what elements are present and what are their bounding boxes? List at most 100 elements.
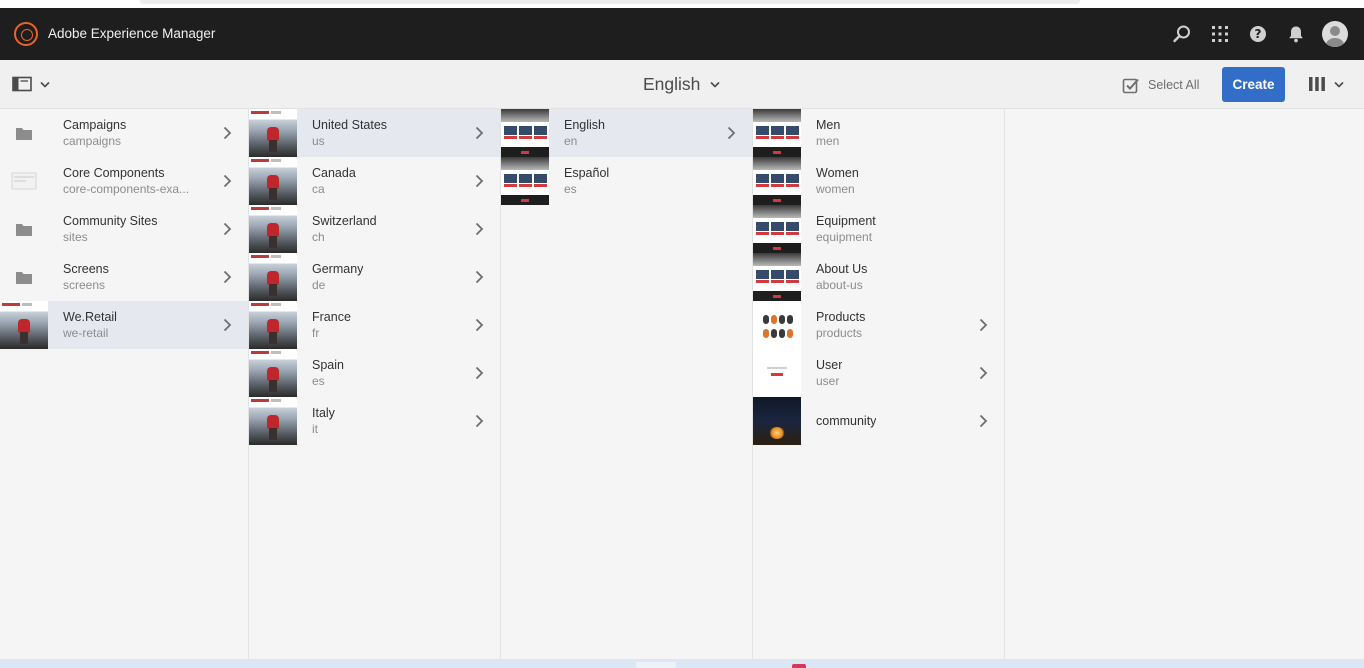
item-thumbnail[interactable] [249,253,297,301]
page-thumbnail [753,109,801,157]
column-item[interactable]: Canada ca [249,157,500,205]
item-text: Campaigns campaigns [63,117,126,149]
item-name: us [312,134,325,148]
column-item[interactable]: Men men [753,109,1004,157]
item-thumbnail[interactable] [753,301,801,349]
current-path-title[interactable]: English [643,74,720,95]
folder-icon [16,272,32,284]
item-title: Spain [312,358,344,372]
rail-toggle-button[interactable] [12,76,50,92]
item-title: Women [816,166,859,180]
apps-grid-icon[interactable] [1208,22,1232,46]
chevron-right-icon[interactable] [471,269,487,285]
item-title: community [816,414,877,428]
column-item[interactable]: Products products [753,301,1004,349]
item-text: Italy it [312,405,335,437]
column-item[interactable]: Community Sites sites [0,205,248,253]
item-thumbnail[interactable] [753,397,801,445]
column-item[interactable]: Español es [501,157,752,205]
item-text: Products products [816,309,865,341]
item-name: en [564,134,578,148]
taskbar-item[interactable] [636,662,676,668]
item-thumbnail[interactable] [501,109,549,157]
column-item[interactable]: United States us [249,109,500,157]
column-view: Campaigns campaigns Core Components core-co… [0,109,1364,659]
app-title[interactable]: Adobe Experience Manager [48,26,215,41]
help-icon[interactable]: ? [1246,22,1270,46]
chevron-right-icon[interactable] [723,125,739,141]
chevron-right-icon[interactable] [471,125,487,141]
item-thumbnail[interactable] [753,205,801,253]
item-thumbnail[interactable] [753,157,801,205]
chevron-right-icon[interactable] [975,317,991,333]
bell-icon[interactable] [1284,22,1308,46]
adobe-experience-manager-logo[interactable] [14,22,38,46]
item-name: ch [312,230,325,244]
chevron-down-icon [1334,81,1344,88]
create-button[interactable]: Create [1222,67,1285,102]
column-item[interactable]: About Us about-us [753,253,1004,301]
item-thumbnail[interactable] [501,157,549,205]
page-thumbnail [753,157,801,205]
column-item[interactable]: English en [501,109,752,157]
item-text: Equipment equipment [816,213,876,245]
item-name: core-components-exa... [63,182,190,196]
item-thumbnail[interactable] [249,301,297,349]
we-retail-thumbnail [0,301,48,349]
item-thumbnail[interactable] [249,157,297,205]
item-thumbnail[interactable] [0,205,48,253]
item-title: English [564,118,605,132]
item-thumbnail[interactable] [753,349,801,397]
item-thumbnail[interactable] [249,109,297,157]
column-item[interactable]: Equipment equipment [753,205,1004,253]
column-item[interactable]: User user [753,349,1004,397]
user-avatar[interactable] [1322,21,1348,47]
column-item[interactable]: Germany de [249,253,500,301]
column-item[interactable]: We.Retail we-retail [0,301,248,349]
item-thumbnail[interactable] [249,397,297,445]
item-thumbnail[interactable] [249,205,297,253]
item-name: products [816,326,863,340]
chevron-right-icon[interactable] [219,221,235,237]
rail-panel-icon [12,76,32,92]
taskbar-item[interactable] [792,664,806,668]
item-thumbnail[interactable] [0,109,48,157]
column-item[interactable]: Screens screens [0,253,248,301]
column-item[interactable]: Italy it [249,397,500,445]
item-thumbnail[interactable] [0,301,48,349]
column-item[interactable]: community [753,397,1004,445]
item-thumbnail[interactable] [0,157,48,205]
item-text: Español es [564,165,609,197]
search-icon[interactable] [1170,22,1194,46]
item-thumbnail[interactable] [753,109,801,157]
chevron-right-icon[interactable] [471,221,487,237]
chevron-right-icon[interactable] [471,317,487,333]
column-item[interactable]: Women women [753,157,1004,205]
column-item[interactable]: Core Components core-components-exa... [0,157,248,205]
item-text: Men men [816,117,840,149]
page-thumbnail [753,253,801,301]
column-item[interactable]: Campaigns campaigns [0,109,248,157]
item-name: campaigns [63,134,122,148]
item-title: Products [816,310,866,324]
item-thumbnail[interactable] [249,349,297,397]
item-thumbnail[interactable] [0,253,48,301]
column-item[interactable]: Switzerland ch [249,205,500,253]
column-item[interactable]: Spain es [249,349,500,397]
chevron-right-icon[interactable] [219,317,235,333]
column-item[interactable]: France fr [249,301,500,349]
select-all-button[interactable]: Select All [1122,76,1199,94]
view-switcher[interactable] [1308,76,1344,92]
chevron-right-icon[interactable] [975,365,991,381]
item-thumbnail[interactable] [753,253,801,301]
we-retail-thumbnail [249,349,297,397]
chevron-right-icon[interactable] [219,125,235,141]
chevron-right-icon[interactable] [975,413,991,429]
chevron-right-icon[interactable] [219,173,235,189]
chevron-right-icon[interactable] [471,173,487,189]
chevron-right-icon[interactable] [471,365,487,381]
chevron-right-icon[interactable] [219,269,235,285]
item-title: We.Retail [63,310,117,324]
community-thumbnail [753,397,801,445]
chevron-right-icon[interactable] [471,413,487,429]
